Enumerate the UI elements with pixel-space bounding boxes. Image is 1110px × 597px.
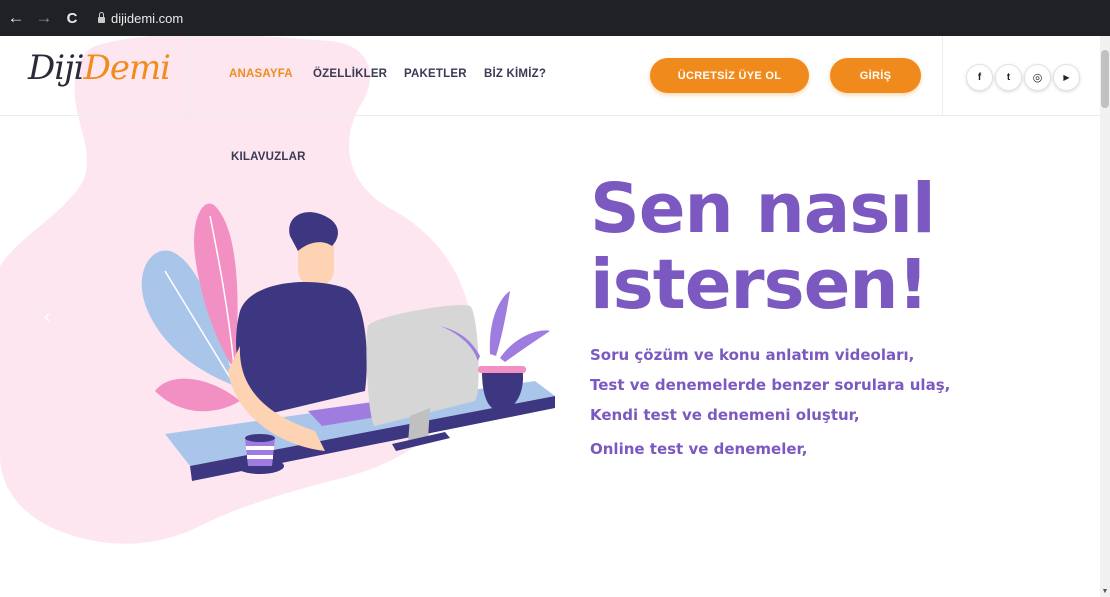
hero-feature-item: Online test ve denemeler, (590, 440, 808, 458)
address-bar[interactable]: dijidemi.com (98, 11, 183, 26)
hero-headline-line1: Sen nasıl (590, 169, 936, 249)
hero-headline-line2: istersen! (590, 245, 929, 325)
slider-prev-icon[interactable]: ‹ (44, 306, 51, 329)
url-text: dijidemi.com (111, 10, 184, 26)
scrollbar-thumb[interactable] (1101, 50, 1109, 108)
browser-toolbar: ← → C dijidemi.com (0, 0, 1110, 36)
signup-button[interactable]: ÜCRETSİZ ÜYE OL (650, 58, 809, 93)
page: ‹ DijiDemi ANASAYFA ÖZELLİKLER PAKETLER … (0, 36, 1110, 597)
header-divider (942, 36, 943, 116)
page-scrollbar[interactable]: ▼ (1100, 36, 1110, 597)
facebook-icon[interactable]: f (966, 64, 993, 91)
lock-icon (98, 12, 105, 23)
logo-part-diji: Diji (28, 48, 85, 88)
nav-about[interactable]: BİZ KİMİZ? (484, 68, 546, 80)
scroll-down-icon[interactable]: ▼ (1101, 588, 1109, 595)
login-button[interactable]: GİRİŞ (830, 58, 921, 93)
nav-guides[interactable]: KILAVUZLAR (231, 151, 306, 163)
nav-features[interactable]: ÖZELLİKLER (313, 68, 387, 80)
back-icon[interactable]: ← (4, 8, 28, 28)
hero-feature-item: Kendi test ve denemeni oluştur, (590, 406, 860, 424)
hero-feature-item: Soru çözüm ve konu anlatım videoları, (590, 346, 915, 364)
site-header: DijiDemi ANASAYFA ÖZELLİKLER PAKETLER Bİ… (0, 36, 1100, 116)
hero-headline: Sen nasıl istersen! (590, 169, 936, 325)
forward-icon[interactable]: → (32, 8, 56, 28)
twitter-icon[interactable]: t (995, 64, 1022, 91)
nav-home[interactable]: ANASAYFA (229, 68, 293, 80)
reload-icon[interactable]: C (60, 10, 84, 27)
youtube-icon[interactable]: ▶ (1053, 64, 1080, 91)
header-divider (189, 36, 190, 116)
nav-packages[interactable]: PAKETLER (404, 68, 467, 80)
site-logo[interactable]: DijiDemi (28, 48, 171, 88)
hero-feature-item: Test ve denemelerde benzer sorulara ulaş… (590, 376, 951, 394)
instagram-icon[interactable]: ◎ (1024, 64, 1051, 91)
hero-illustration (141, 203, 555, 481)
logo-part-demi: Demi (83, 48, 171, 88)
